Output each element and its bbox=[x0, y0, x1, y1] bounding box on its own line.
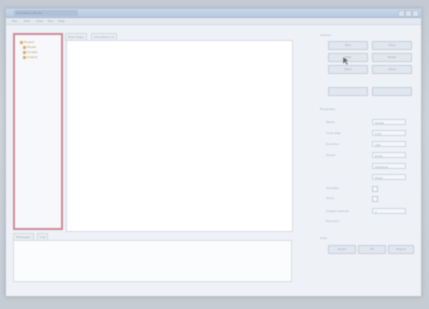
zoom-button[interactable]: Zoom bbox=[328, 245, 356, 254]
run-button[interactable]: Run bbox=[328, 41, 368, 50]
control-panel: Actions Run Stop Step Reset Open Save Pr… bbox=[318, 33, 414, 283]
tree-item-output[interactable]: Output bbox=[23, 56, 37, 59]
folder-icon bbox=[20, 41, 23, 44]
maximize-icon[interactable] bbox=[405, 10, 412, 17]
trace-checkbox[interactable] bbox=[372, 196, 378, 202]
prop-label-output-interval: Output interval bbox=[326, 209, 349, 213]
prop-label-solver: Solver bbox=[326, 153, 336, 157]
prop-label-duration: Duration bbox=[326, 142, 340, 146]
action-button[interactable] bbox=[372, 87, 412, 96]
menu-run[interactable]: Run bbox=[48, 19, 54, 23]
name-field[interactable]: Model bbox=[372, 119, 406, 125]
action-button[interactable] bbox=[328, 87, 368, 96]
prop-label-animate: Animate bbox=[326, 186, 339, 190]
output-interval-field[interactable]: 1 bbox=[372, 208, 406, 214]
fixed-option[interactable]: Fixed bbox=[372, 174, 406, 180]
folder-icon bbox=[23, 46, 26, 49]
timestep-field[interactable]: 0.01 bbox=[372, 130, 406, 136]
save-button[interactable]: Save bbox=[372, 65, 412, 74]
menu-help[interactable]: Help bbox=[58, 19, 65, 23]
stop-button[interactable]: Stop bbox=[372, 41, 412, 50]
mouse-cursor-icon bbox=[343, 57, 349, 65]
window-title: Simulation Studio bbox=[14, 10, 78, 16]
solver-option[interactable]: Euler bbox=[372, 152, 406, 158]
minimize-icon[interactable] bbox=[398, 10, 405, 17]
adaptive-option[interactable]: Adaptive bbox=[372, 163, 406, 169]
folder-icon bbox=[23, 51, 26, 54]
prop-label-precision: Precision bbox=[326, 219, 340, 223]
reset-button[interactable]: Reset bbox=[372, 53, 412, 62]
menu-view[interactable]: View bbox=[36, 19, 43, 23]
animate-checkbox[interactable] bbox=[372, 186, 378, 192]
title-bar[interactable]: Simulation Studio bbox=[6, 9, 421, 18]
project-tree-panel[interactable]: Project Model Scripts Output bbox=[13, 33, 63, 230]
tree-item-model[interactable]: Model bbox=[23, 46, 36, 49]
export-button[interactable]: Export bbox=[388, 245, 414, 254]
bottom-tab-strip: Messages Log bbox=[13, 233, 293, 241]
editor-area[interactable] bbox=[66, 40, 293, 232]
tree-item-project[interactable]: Project bbox=[20, 41, 34, 44]
prop-label-timestep: Time step bbox=[326, 131, 341, 135]
actions-group-title: Actions bbox=[320, 33, 331, 37]
properties-group-title: Properties bbox=[320, 107, 336, 111]
tree-item-scripts[interactable]: Scripts bbox=[23, 51, 37, 54]
menu-bar: File Edit View Run Help bbox=[6, 18, 421, 25]
fit-button[interactable]: Fit bbox=[358, 245, 386, 254]
folder-icon bbox=[23, 56, 26, 59]
menu-file[interactable]: File bbox=[12, 19, 17, 23]
close-icon[interactable] bbox=[412, 10, 419, 17]
editor-tab-strip: Start Page simulation.cs bbox=[65, 33, 290, 41]
output-panel[interactable] bbox=[13, 240, 292, 282]
open-button[interactable]: Open bbox=[328, 65, 368, 74]
duration-field[interactable]: 100 bbox=[372, 141, 406, 147]
menu-edit[interactable]: Edit bbox=[24, 19, 30, 23]
prop-label-name: Name bbox=[326, 120, 335, 124]
prop-label-trace: Trace bbox=[326, 196, 334, 200]
view-group-title: View bbox=[320, 236, 328, 240]
